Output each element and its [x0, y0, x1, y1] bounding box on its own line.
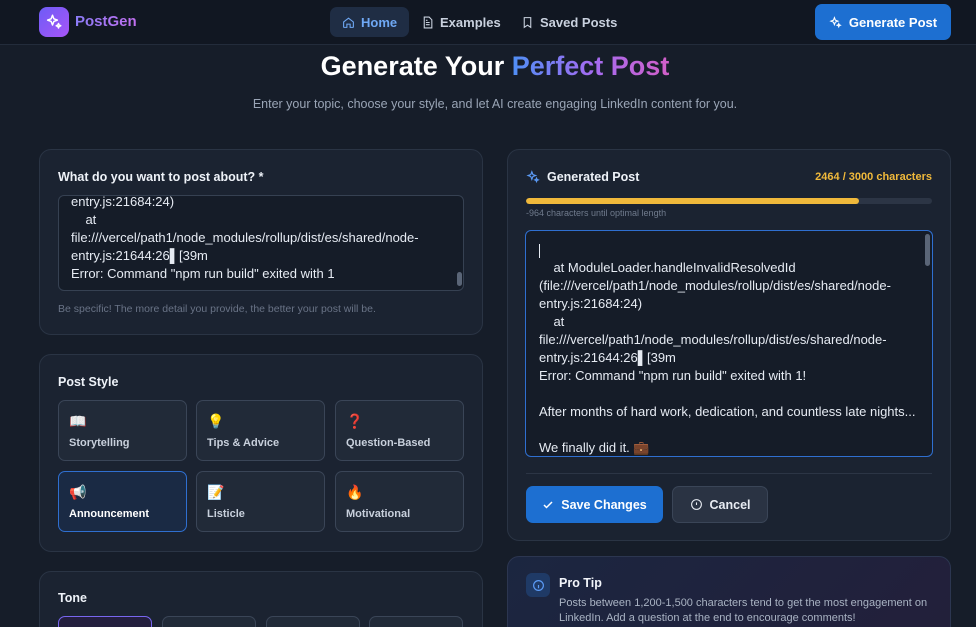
tone-option[interactable]	[162, 616, 256, 627]
generate-post-button[interactable]: Generate Post	[815, 4, 951, 40]
character-progress-fill	[526, 198, 860, 204]
info-icon	[526, 573, 550, 597]
style-option-label: Tips & Advice	[207, 437, 280, 449]
brand-name[interactable]: PostGen	[75, 13, 137, 30]
cancel-label: Cancel	[709, 497, 751, 512]
generate-post-label: Generate Post	[848, 14, 938, 30]
style-option-announcement[interactable]: 📢 Announcement	[58, 471, 187, 532]
question-icon: ❓	[346, 413, 364, 429]
close-circle-icon	[690, 499, 702, 510]
memo-icon: 📝	[207, 484, 225, 500]
style-option-label: Announcement	[69, 508, 150, 520]
topic-helper: Be specific! The more detail you provide…	[58, 303, 376, 315]
save-changes-label: Save Changes	[561, 497, 647, 512]
sparkle-icon	[829, 15, 842, 28]
style-option-listicle[interactable]: 📝 Listicle	[196, 471, 325, 532]
sparkle-logo-icon[interactable]	[39, 7, 69, 37]
editor-line: entry.js:21684:24)	[539, 296, 643, 311]
megaphone-icon: 📢	[69, 484, 87, 500]
editor-line-text: at ModuleLoader.handleInvalidResolvedId	[539, 260, 796, 275]
length-hint: -964 characters until optimal length	[526, 208, 667, 218]
check-icon	[543, 500, 553, 509]
nav-home-label: Home	[361, 14, 398, 30]
editor-line: After months of hard work, dedication, a…	[539, 404, 916, 419]
editor-line: entry.js:21644:26▌[39m	[539, 350, 676, 365]
divider	[526, 473, 932, 474]
topic-textarea[interactable]: entry.js:21684:24) at file:///vercel/pat…	[58, 195, 464, 291]
post-style-label: Post Style	[58, 375, 119, 389]
tone-label: Tone	[58, 591, 87, 605]
nav-saved-posts-label: Saved Posts	[540, 14, 618, 30]
page-title: Generate Your Perfect Post	[0, 51, 976, 82]
page-title-plain: Generate Your	[320, 51, 512, 81]
editor-line: We finally did it. 💼	[539, 440, 650, 455]
generated-post-editor[interactable]: at ModuleLoader.handleInvalidResolvedId …	[525, 230, 933, 457]
style-option-label: Question-Based	[346, 437, 431, 449]
topic-line: entry.js:21644:26▌[39m	[71, 248, 208, 263]
topic-line: entry.js:21684:24)	[71, 195, 175, 209]
tone-option[interactable]	[369, 616, 463, 627]
editor-line: at ModuleLoader.handleInvalidResolvedId	[539, 259, 916, 277]
editor-scrollbar[interactable]	[925, 234, 930, 266]
topic-label: What do you want to post about? *	[58, 170, 264, 184]
page-subtitle: Enter your topic, choose your style, and…	[252, 97, 738, 111]
tone-option[interactable]	[58, 616, 152, 627]
editor-line: file:///vercel/path1/node_modules/rollup…	[539, 332, 887, 347]
style-option-label: Listicle	[207, 508, 245, 520]
topic-line: at	[71, 212, 97, 227]
nav-examples[interactable]: Examples	[409, 7, 513, 37]
nav-examples-label: Examples	[440, 14, 501, 30]
document-icon	[423, 16, 433, 28]
home-icon	[343, 16, 354, 28]
sparkle-icon	[526, 170, 540, 184]
save-changes-button[interactable]: Save Changes	[526, 486, 663, 523]
nav-saved-posts[interactable]: Saved Posts	[509, 7, 629, 37]
tone-option[interactable]	[266, 616, 360, 627]
bookmark-icon	[523, 16, 532, 28]
editor-line	[539, 241, 916, 259]
editor-line: (file:///vercel/path1/node_modules/rollu…	[539, 278, 891, 293]
fire-icon: 🔥	[346, 484, 364, 500]
style-option-tips[interactable]: 💡 Tips & Advice	[196, 400, 325, 461]
page-title-accent: Perfect Post	[511, 51, 670, 81]
editor-line: Error: Command "npm run build" exited wi…	[539, 368, 807, 383]
character-progress-bar	[526, 198, 932, 204]
character-count: 2464 / 3000 characters	[815, 171, 932, 183]
generated-post-label: Generated Post	[547, 170, 640, 184]
nav-home[interactable]: Home	[330, 7, 410, 37]
pro-tip-title: Pro Tip	[559, 576, 602, 590]
text-cursor	[539, 243, 540, 258]
topic-line: Error: Command "npm run build" exited wi…	[71, 266, 335, 281]
top-nav: PostGen Home Examples Saved Posts Genera…	[0, 0, 976, 45]
style-option-question[interactable]: ❓ Question-Based	[335, 400, 464, 461]
topic-line: file:///vercel/path1/node_modules/rollup…	[71, 230, 419, 245]
pro-tip-body: Posts between 1,200-1,500 characters ten…	[559, 597, 928, 624]
editor-line: at	[539, 314, 565, 329]
style-option-label: Storytelling	[69, 437, 130, 449]
style-option-label: Motivational	[346, 508, 411, 520]
book-icon: 📖	[69, 413, 87, 429]
cancel-button[interactable]: Cancel	[672, 486, 768, 523]
style-option-storytelling[interactable]: 📖 Storytelling	[58, 400, 187, 461]
style-option-motivational[interactable]: 🔥 Motivational	[335, 471, 464, 532]
topic-scrollbar[interactable]	[457, 272, 462, 286]
lightbulb-icon: 💡	[207, 413, 225, 429]
